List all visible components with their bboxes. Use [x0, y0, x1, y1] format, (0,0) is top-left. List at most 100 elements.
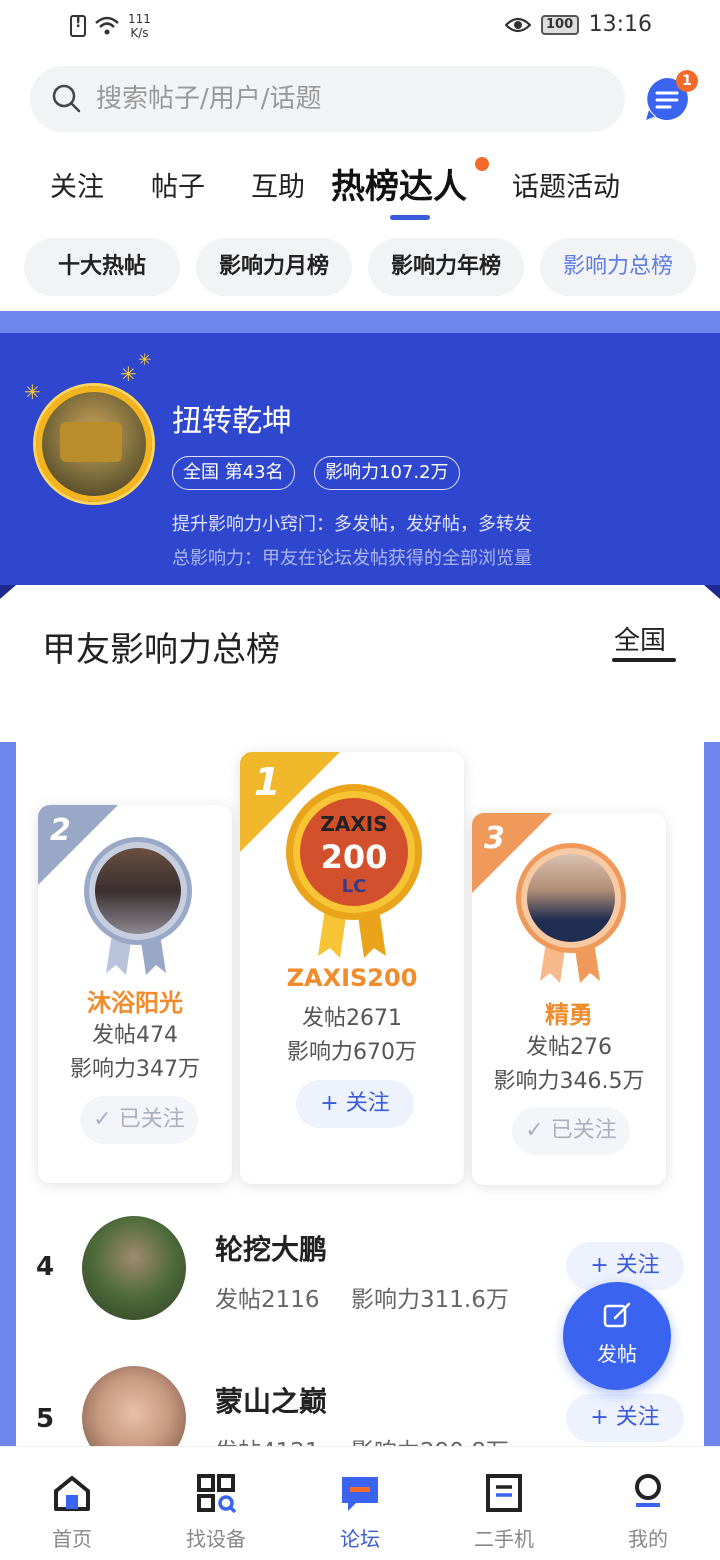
subtab-monthly[interactable]: 影响力月榜 — [196, 238, 352, 296]
follow-button[interactable]: + 关注 — [296, 1080, 414, 1128]
podium-posts: 发帖474 — [92, 1023, 178, 1048]
search-bar[interactable] — [30, 66, 625, 132]
nav-find-equipment[interactable]: 找设备 — [156, 1457, 276, 1552]
row-username[interactable]: 轮挖大鹏 — [215, 1228, 327, 1268]
row-rank: 4 — [36, 1252, 55, 1282]
nav-home[interactable]: 首页 — [12, 1457, 132, 1552]
search-icon — [52, 84, 81, 113]
row-rank: 5 — [36, 1404, 55, 1434]
avatar-medal — [84, 837, 192, 945]
podium-influence: 影响力346.5万 — [493, 1069, 645, 1094]
wifi-icon — [95, 16, 119, 35]
sparkle-icon: ✳ — [138, 350, 152, 369]
avatar-text-mid: 200 — [320, 838, 388, 876]
home-icon — [54, 1476, 90, 1511]
sparkle-icon: ✳ — [24, 380, 41, 404]
nav-forum[interactable]: 论坛 — [300, 1457, 420, 1552]
sparkle-icon: ✳ — [120, 362, 137, 386]
avatar[interactable] — [82, 1366, 186, 1446]
row-posts: 发帖2116 — [215, 1287, 320, 1313]
avatar — [95, 848, 181, 934]
avatar-medal: ZAXIS 200 LC — [286, 784, 422, 920]
search-row: 1 — [30, 66, 698, 132]
row-influence: 影响力290.8万 — [351, 1432, 509, 1446]
my-username: 扭转乾坤 — [172, 404, 292, 439]
avatar-text-bottom: LC — [341, 876, 367, 897]
subtab-overall[interactable]: 影响力总榜 — [540, 238, 696, 296]
row-influence: 影响力311.6万 — [351, 1287, 509, 1313]
banner-fold-left — [0, 585, 16, 599]
avatar — [527, 854, 615, 942]
status-right: 100 13:16 — [504, 12, 652, 37]
banner-fold-right — [704, 585, 720, 599]
my-avatar[interactable] — [36, 386, 152, 502]
podium-username[interactable]: 沐浴阳光 — [38, 983, 232, 1018]
net-speed-unit: K/s — [130, 26, 149, 40]
net-speed: 111 K/s — [128, 12, 151, 40]
eye-comfort-icon — [504, 17, 531, 32]
sim-alert-icon — [70, 15, 86, 37]
podium-influence: 影响力347万 — [70, 1057, 200, 1082]
section-title: 甲友影响力总榜 — [42, 630, 280, 670]
region-selector[interactable]: 全国 — [614, 620, 666, 657]
nav-label: 找设备 — [186, 1527, 246, 1551]
nav-label: 我的 — [628, 1527, 668, 1551]
ranking-subtabs: 十大热帖 影响力月榜 影响力年榜 影响力总榜 — [24, 238, 704, 296]
rank-number: 3 — [484, 821, 505, 856]
nav-label: 首页 — [52, 1527, 92, 1551]
row-posts: 发帖4121 — [215, 1432, 320, 1446]
podium-username[interactable]: ZAXIS200 — [240, 964, 464, 992]
nav-label: 论坛 — [340, 1527, 380, 1551]
tab-new-dot — [475, 157, 489, 171]
avatar-medal — [516, 843, 626, 953]
banner-definition: 总影响力：甲友在论坛发帖获得的全部浏览量 — [172, 548, 532, 569]
nav-profile[interactable]: 我的 — [588, 1457, 708, 1552]
tab-active-underline — [390, 215, 430, 220]
nav-label: 二手机 — [474, 1527, 534, 1551]
net-speed-value: 111 — [128, 12, 151, 26]
message-badge: 1 — [676, 70, 698, 92]
followed-button[interactable]: ✓ 已关注 — [512, 1107, 630, 1155]
edit-icon — [603, 1302, 631, 1328]
tab-hot-ranking[interactable]: 热榜达人 — [331, 159, 467, 208]
search-input[interactable] — [96, 84, 556, 114]
podium-card-2[interactable]: 2 沐浴阳光 发帖474 影响力347万 ✓ 已关注 — [38, 805, 232, 1183]
podium-posts: 发帖2671 — [302, 1006, 402, 1031]
avatar-text-top: ZAXIS — [320, 812, 388, 836]
bottom-nav: 首页 找设备 论坛 二手机 我的 — [0, 1446, 720, 1560]
tab-posts[interactable]: 帖子 — [151, 165, 205, 204]
subtab-top-ten[interactable]: 十大热帖 — [24, 238, 180, 296]
podium-posts: 发帖276 — [526, 1035, 612, 1060]
avatar[interactable] — [82, 1216, 186, 1320]
qr-scan-icon — [197, 1474, 237, 1514]
new-post-fab[interactable]: 发帖 — [563, 1282, 671, 1390]
subtab-yearly[interactable]: 影响力年榜 — [368, 238, 524, 296]
tab-follow[interactable]: 关注 — [50, 165, 104, 204]
tab-topics[interactable]: 话题活动 — [512, 165, 620, 204]
status-bar: 111 K/s 100 13:16 — [0, 0, 720, 56]
profile-icon — [635, 1474, 661, 1507]
rank-number: 2 — [50, 813, 71, 848]
my-influence-pill: 影响力107.2万 — [314, 456, 460, 490]
podium-username[interactable]: 精勇 — [472, 995, 666, 1030]
region-underline — [612, 658, 676, 662]
podium-card-3[interactable]: 3 精勇 发帖276 影响力346.5万 ✓ 已关注 — [472, 813, 666, 1185]
message-button[interactable]: 1 — [644, 70, 698, 122]
followed-button[interactable]: ✓ 已关注 — [80, 1096, 198, 1144]
clock: 13:16 — [588, 12, 652, 37]
banner-top-strip — [0, 311, 720, 333]
battery-indicator: 100 — [540, 14, 579, 35]
banner-tip: 提升影响力小窍门：多发帖，发好帖，多转发 — [172, 514, 532, 535]
nav-used-machines[interactable]: 二手机 — [444, 1457, 564, 1552]
my-rank-pill: 全国 第43名 — [172, 456, 295, 490]
rank-number: 1 — [254, 760, 281, 804]
top-tabs: 关注 帖子 互助 热榜达人 话题活动 — [30, 155, 690, 225]
status-left: 111 K/s — [70, 12, 151, 40]
forum-icon — [342, 1477, 378, 1511]
podium-card-1[interactable]: 1 ZAXIS 200 LC ZAXIS200 发帖2671 影响力670万 +… — [240, 752, 464, 1184]
row-username[interactable]: 蒙山之巅 — [215, 1380, 327, 1420]
follow-button[interactable]: + 关注 — [566, 1394, 684, 1442]
document-icon — [486, 1474, 522, 1512]
fab-label: 发帖 — [597, 1342, 637, 1366]
tab-help[interactable]: 互助 — [251, 165, 305, 204]
